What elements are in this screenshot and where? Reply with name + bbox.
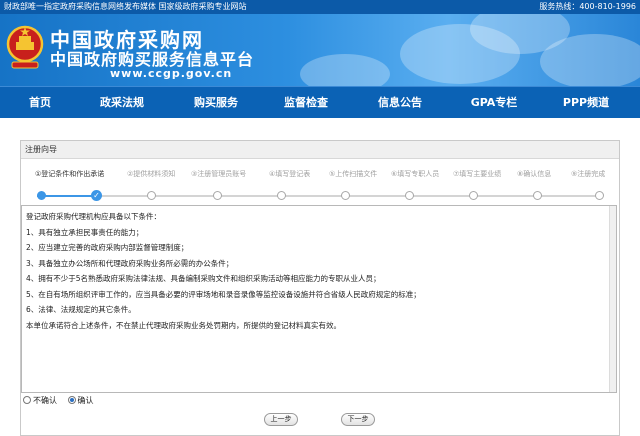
nav-announcements[interactable]: 信息公告 bbox=[370, 87, 430, 119]
textarea-scrollbar[interactable] bbox=[609, 206, 616, 392]
conditions-intro: 登记政府采购代理机构应具备以下条件： bbox=[26, 212, 161, 221]
condition-item: 1、具有独立承担民事责任的能力； bbox=[26, 227, 144, 237]
step-label-4: ④填写登记表 bbox=[269, 170, 311, 178]
agree-option[interactable]: 确认 bbox=[67, 396, 94, 405]
condition-item: 2、应当建立完善的政府采购内部监督管理制度； bbox=[26, 243, 189, 252]
site-tagline: 财政部唯一指定政府采购信息网络发布媒体 国家级政府采购专业网站 bbox=[4, 2, 247, 11]
prev-step-button[interactable]: 上一步 bbox=[264, 413, 298, 426]
next-step-button[interactable]: 下一步 bbox=[341, 413, 375, 426]
condition-item: 4、拥有不少于5名熟悉政府采购法律法规、具备编制采购文件和组织采购活动等相应能力… bbox=[26, 274, 381, 283]
step-label-7: ⑦填写主要业绩 bbox=[453, 170, 502, 178]
wizard-steps: ①登记条件和作出承诺 ②提供材料须知 ③注册管理员账号 ④填写登记表 ⑤上传扫描… bbox=[21, 159, 619, 205]
nav-service-purchase[interactable]: 购买服务 bbox=[186, 87, 246, 119]
confirm-radio-group: 不确认 确认 bbox=[23, 395, 102, 407]
service-hotline: 服务热线：400-810-1996 bbox=[539, 2, 636, 11]
main-nav: 首页 政采法规 购买服务 监督检查 信息公告 GPA专栏 PPP频道 bbox=[0, 86, 640, 118]
nav-home[interactable]: 首页 bbox=[14, 87, 66, 119]
step-dot-3 bbox=[213, 191, 222, 200]
disagree-radio[interactable] bbox=[23, 396, 31, 404]
nav-regulations[interactable]: 政采法规 bbox=[92, 87, 152, 119]
step-label-2: ②提供材料须知 bbox=[127, 170, 176, 178]
step-dot-2 bbox=[147, 191, 156, 200]
step-dot-7 bbox=[469, 191, 478, 200]
commitment-statement: 本单位承诺符合上述条件，不在禁止代理政府采购业务处罚期内，所提供的登记材料真实有… bbox=[26, 320, 341, 330]
step-label-1: ①登记条件和作出承诺 bbox=[35, 170, 105, 178]
step-label-3: ③注册管理员账号 bbox=[191, 170, 247, 178]
step-dot-4 bbox=[277, 191, 286, 200]
site-banner: 中国政府采购网 中国政府购买服务信息平台 www.ccgp.gov.cn bbox=[0, 14, 640, 86]
top-info-bar: 财政部唯一指定政府采购信息网络发布媒体 国家级政府采购专业网站 服务热线：400… bbox=[0, 0, 640, 14]
step-label-6: ⑥填写专职人员 bbox=[391, 170, 440, 178]
conditions-textarea[interactable]: 登记政府采购代理机构应具备以下条件： 1、具有独立承担民事责任的能力； 2、应当… bbox=[21, 205, 617, 393]
nav-gpa[interactable]: GPA专栏 bbox=[464, 87, 524, 119]
agree-radio[interactable] bbox=[67, 396, 76, 404]
step-dot-6 bbox=[405, 191, 414, 200]
nav-ppp[interactable]: PPP频道 bbox=[554, 87, 618, 119]
condition-item: 6、法律、法规规定的其它条件。 bbox=[26, 305, 136, 314]
nav-supervision[interactable]: 监督检查 bbox=[276, 87, 336, 119]
site-url: www.ccgp.gov.cn bbox=[110, 67, 233, 80]
wizard-title: 注册向导 bbox=[21, 141, 619, 159]
step-label-5: ⑤上传扫描文件 bbox=[329, 170, 378, 178]
step-dot-current-check-icon: ✓ bbox=[91, 190, 102, 201]
disagree-label: 不确认 bbox=[33, 396, 57, 405]
national-emblem-icon bbox=[6, 25, 44, 69]
step-dot-9 bbox=[595, 191, 604, 200]
condition-item: 3、具备独立办公场所和代理政府采购业务所必需的办公条件； bbox=[26, 258, 234, 268]
step-dot-start bbox=[37, 191, 46, 200]
registration-wizard: 注册向导 ①登记条件和作出承诺 ②提供材料须知 ③注册管理员账号 ④填写登记表 … bbox=[20, 140, 620, 436]
step-label-9: ⑨注册完成 bbox=[571, 170, 606, 178]
step-dot-5 bbox=[341, 191, 350, 200]
condition-item: 5、在自有场所组织评审工作的，应当具备必要的评审场地和录音录像等监控设备设施并符… bbox=[26, 289, 421, 299]
step-label-8: ⑧确认信息 bbox=[517, 170, 552, 178]
step-dot-8 bbox=[533, 191, 542, 200]
step-track bbox=[37, 195, 603, 197]
agree-label: 确认 bbox=[77, 396, 94, 405]
disagree-option[interactable]: 不确认 bbox=[23, 396, 60, 405]
